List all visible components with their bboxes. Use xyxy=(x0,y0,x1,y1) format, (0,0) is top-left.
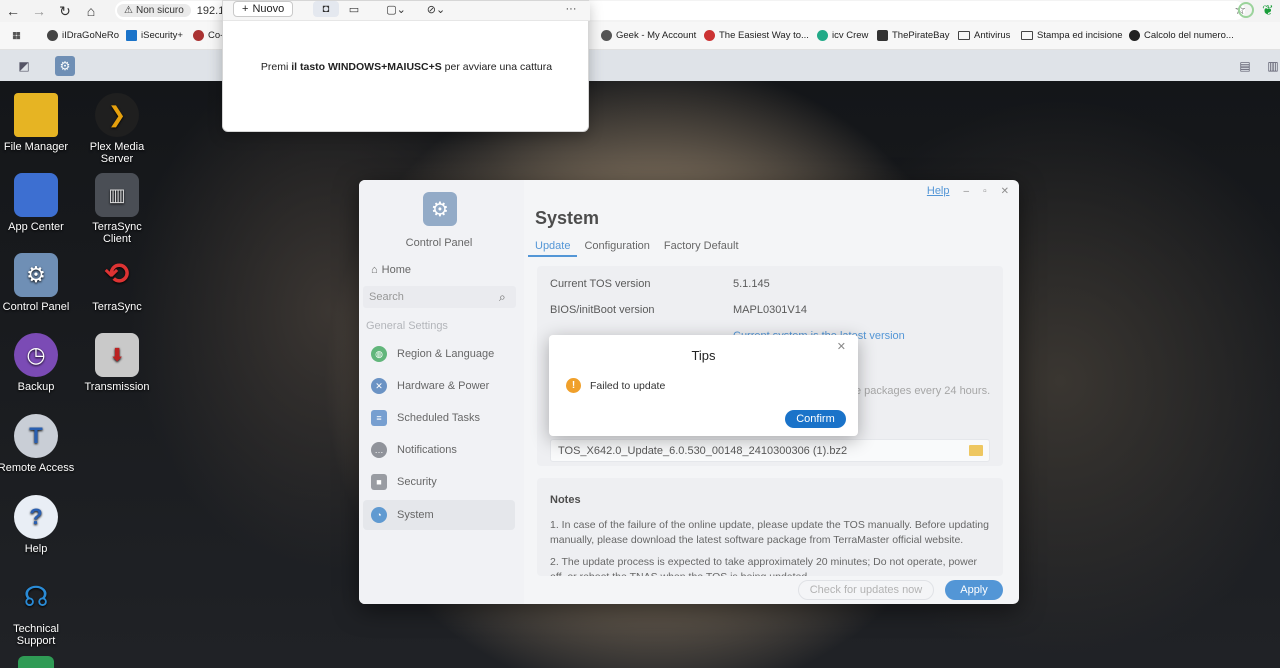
headset-icon: ☊ xyxy=(23,581,49,612)
security-chip[interactable]: ⚠ Non sicuro xyxy=(117,4,191,17)
transmission-app[interactable]: ⬇ Transmission xyxy=(77,333,157,393)
video-mode-icon[interactable]: ▭ xyxy=(341,1,367,17)
plex-icon: ❯ xyxy=(95,93,139,137)
snipping-tool-window: + Nuovo ◘ ▭ ▢⌄ ⊘⌄ ··· Premi il tasto WIN… xyxy=(222,0,590,132)
folder-icon xyxy=(1021,31,1033,40)
tos-taskbar: ◩ ⚙ ▤ ▥ xyxy=(0,50,1280,81)
show-desktop-icon[interactable]: ◩ xyxy=(14,56,34,76)
technical-support-app[interactable]: ☊ Technical Support xyxy=(0,575,76,648)
question-icon: ? xyxy=(14,495,58,539)
bookmark-item[interactable]: iSecurity+ xyxy=(126,30,183,41)
site-icon xyxy=(193,30,204,41)
extension-leaf-icon[interactable]: ❦ xyxy=(1262,2,1274,19)
app-center-app[interactable]: App Center xyxy=(0,173,76,233)
site-icon xyxy=(601,30,612,41)
gear-icon: ⚙ xyxy=(14,253,58,297)
bookmark-folder[interactable]: Stampa ed incisione xyxy=(1021,30,1123,41)
site-icon xyxy=(704,30,715,41)
file-manager-app[interactable]: File Manager xyxy=(0,93,76,153)
plus-icon: + xyxy=(242,3,249,15)
transmission-icon: ⬇ xyxy=(95,333,139,377)
extension-loading-icon[interactable] xyxy=(1238,2,1254,18)
clock-icon: ◷ xyxy=(14,333,58,377)
dialog-close-icon[interactable]: ✕ xyxy=(837,340,846,353)
bookmark-item[interactable]: ThePirateBay xyxy=(877,30,950,41)
dialog-title: Tips xyxy=(691,348,716,363)
bookmark-item[interactable]: Co- xyxy=(193,30,223,41)
printer-icon[interactable]: ▤ xyxy=(1235,56,1255,76)
site-icon xyxy=(877,30,888,41)
warning-icon: ! xyxy=(566,378,581,393)
bookmark-item[interactable]: Geek - My Account xyxy=(601,30,696,41)
bookmark-item[interactable]: Calcolo del numero... xyxy=(1129,30,1234,41)
folder-icon xyxy=(14,93,58,137)
browser-toolbar: ← → ↻ ⌂ ⚠ Non sicuro 192.16 ☆ ❦ xyxy=(0,0,1280,22)
cloud-icon: T xyxy=(14,414,58,458)
forward-icon[interactable]: → xyxy=(26,0,52,22)
security-label: Non sicuro xyxy=(135,5,184,16)
apps-grid-icon[interactable]: ▦ xyxy=(12,30,21,41)
dialog-message: Failed to update xyxy=(590,380,666,392)
warning-triangle-icon: ⚠ xyxy=(124,5,133,16)
site-icon xyxy=(1129,30,1140,41)
snip-shape-icon[interactable]: ▢⌄ xyxy=(383,1,409,17)
shopping-bag-icon xyxy=(14,173,58,217)
site-icon xyxy=(817,30,828,41)
screenshot-mode-icon[interactable]: ◘ xyxy=(313,1,339,17)
site-icon xyxy=(47,30,58,41)
confirm-button[interactable]: Confirm xyxy=(785,410,846,428)
sync-client-icon: ▥ xyxy=(95,173,139,217)
control-panel-taskbar-icon[interactable]: ⚙ xyxy=(55,56,75,76)
snipping-toolbar: + Nuovo ◘ ▭ ▢⌄ ⊘⌄ ··· xyxy=(223,1,590,21)
backup-app[interactable]: ◷ Backup xyxy=(0,333,76,393)
help-app[interactable]: ? Help xyxy=(0,495,76,555)
control-panel-app[interactable]: ⚙ Control Panel xyxy=(0,253,76,313)
shield-app-icon[interactable] xyxy=(18,656,54,668)
terrasync-app[interactable]: ⟲ TerraSync xyxy=(77,253,157,314)
bookmark-item[interactable]: icv Crew xyxy=(817,30,868,41)
terrasync-client-app[interactable]: ▥ TerraSync Client xyxy=(77,173,157,245)
timer-icon[interactable]: ⊘⌄ xyxy=(423,1,449,17)
bookmark-item[interactable]: iIDraGoNeRo xyxy=(47,30,119,41)
home-icon[interactable]: ⌂ xyxy=(78,0,104,22)
tips-dialog: Tips ✕ ! Failed to update Confirm xyxy=(549,335,858,436)
sync-icon: ⟲ xyxy=(104,258,130,291)
remote-access-app[interactable]: T Remote Access xyxy=(0,414,76,474)
reload-icon[interactable]: ↻ xyxy=(52,0,78,22)
bookmark-item[interactable]: The Easiest Way to... xyxy=(704,30,809,41)
snipping-hint: Premi il tasto WINDOWS+MAIUSC+S per avvi… xyxy=(260,61,553,73)
menu-icon[interactable]: ▥ xyxy=(1263,56,1280,76)
folder-icon xyxy=(958,31,970,40)
more-options-icon[interactable]: ··· xyxy=(558,1,584,17)
plex-app[interactable]: ❯ Plex Media Server xyxy=(77,93,157,165)
back-icon[interactable]: ← xyxy=(0,0,26,22)
site-icon xyxy=(126,30,137,41)
bookmarks-bar: ▦ iIDraGoNeRo iSecurity+ Co- Geek - My A… xyxy=(0,22,1280,50)
new-capture-button[interactable]: + Nuovo xyxy=(233,1,294,17)
bookmark-folder[interactable]: Antivirus xyxy=(958,30,1010,41)
